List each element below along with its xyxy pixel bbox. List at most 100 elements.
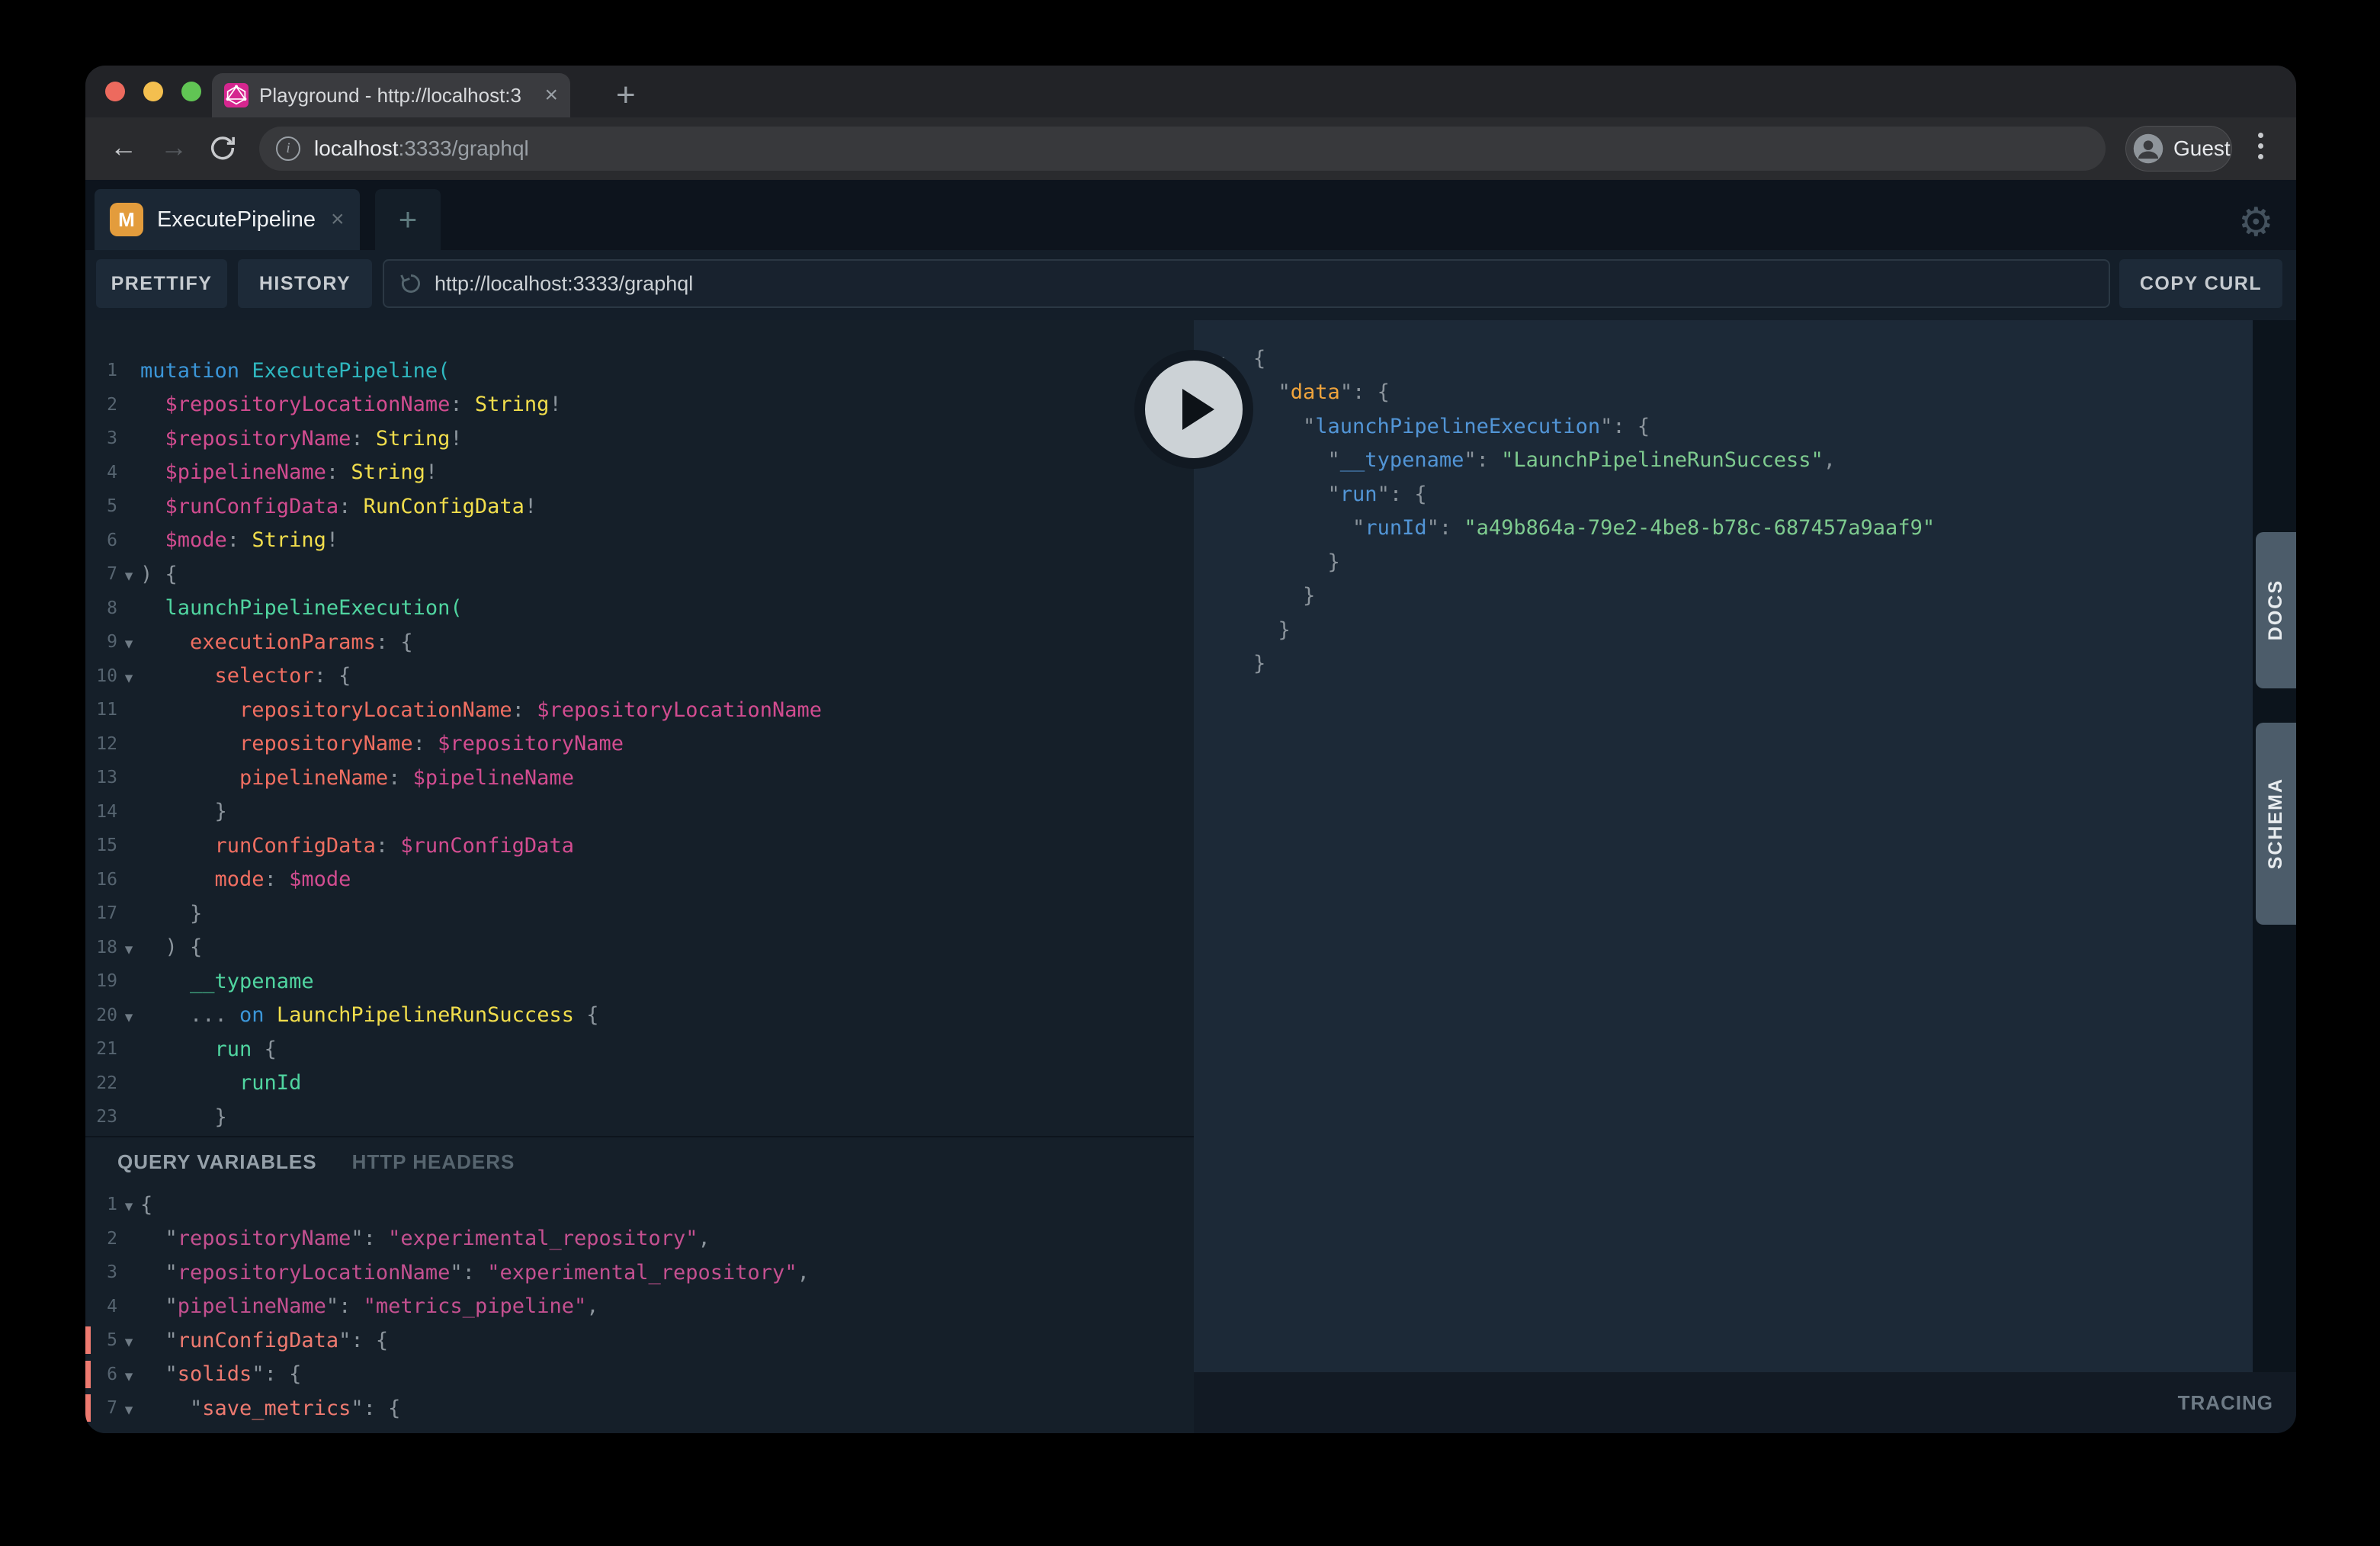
code-text: "save_metrics": { [140,1397,400,1420]
code-text: } [1253,584,1315,608]
fold-spacer [1209,662,1232,666]
copy-curl-button[interactable]: COPY CURL [2119,259,2282,308]
playground-tab-bar: M ExecutePipeline × + ⚙ [85,180,2296,250]
prettify-button[interactable]: PRETTIFY [96,259,227,308]
code-text: } [1253,652,1265,675]
fold-arrow-icon[interactable]: ▾ [117,1364,140,1385]
query-variables-editor[interactable]: 1▾{2 "repositoryName": "experimental_rep… [85,1186,1194,1433]
close-icon[interactable]: × [331,207,345,233]
side-tab-strip: DOCS SCHEMA [2253,320,2296,1372]
code-text: "data": { [1253,380,1390,404]
fold-arrow-icon[interactable]: ▾ [117,631,140,653]
code-text: pipelineName: $pipelineName [140,766,574,790]
code-text: $runConfigData: RunConfigData! [140,495,537,518]
line-number: 11 [85,700,117,720]
code-text: } [1253,618,1291,642]
code-text: $mode: String! [140,528,338,552]
line-number: 2 [85,1229,117,1249]
query-editor[interactable]: 1mutation ExecutePipeline(2 $repositoryL… [85,320,1194,1136]
browser-toolbar: ← → i localhost:3333/graphql Guest [85,117,2296,180]
code-line: 7▾ "save_metrics": { [85,1391,1194,1426]
url-bar[interactable]: i localhost:3333/graphql [259,127,2106,171]
fold-arrow-icon[interactable]: ▾ [117,1005,140,1026]
line-number: 17 [85,903,117,923]
code-text: mutation ExecutePipeline( [140,359,450,383]
fold-spacer [117,1237,140,1240]
endpoint-input[interactable]: http://localhost:3333/graphql [383,259,2110,308]
code-text: $repositoryName: String! [140,427,463,451]
tracing-toggle[interactable]: TRACING [2178,1391,2273,1415]
fold-spacer [117,1082,140,1085]
code-text: } [1253,550,1340,574]
code-line: ▾{ [1194,342,2253,376]
new-tab-icon[interactable]: + [616,76,636,114]
back-icon[interactable]: ← [110,131,137,163]
code-text: runConfigData: $runConfigData [140,834,574,858]
browser-menu-icon[interactable] [2258,133,2263,159]
zoom-window-button[interactable] [181,82,201,101]
response-viewer[interactable]: ▾{▾ "data": {▾ "launchPipelineExecution"… [1194,320,2253,1372]
code-text: mode: $mode [140,868,351,891]
playground-toolbar: PRETTIFY HISTORY http://localhost:3333/g… [85,250,2296,320]
line-number: 13 [85,768,117,787]
code-line: 10▾ selector: { [85,659,1194,694]
code-line: 22 runId [85,1066,1194,1101]
code-text: { [140,1193,152,1217]
browser-window: Playground - http://localhost:3 × + ← → … [85,66,2296,1433]
fold-spacer [117,743,140,746]
info-icon[interactable]: i [276,136,300,161]
code-text: run { [140,1038,277,1061]
close-window-button[interactable] [105,82,125,101]
code-line: 6 $mode: String! [85,524,1194,558]
profile-label: Guest [2173,136,2231,161]
code-line: 7▾) { [85,557,1194,592]
browser-tab[interactable]: Playground - http://localhost:3 × [212,73,570,117]
line-number: 3 [85,428,117,448]
code-text: "__typename": "LaunchPipelineRunSuccess"… [1253,448,1836,472]
fold-arrow-icon[interactable]: ▾ [117,937,140,958]
code-line: 5▾ "runConfigData": { [85,1323,1194,1358]
fold-spacer [117,844,140,847]
line-number: 4 [85,1297,117,1317]
avatar-icon [2132,133,2164,165]
fold-arrow-icon[interactable]: ▾ [117,563,140,585]
code-line: 2 "repositoryName": "experimental_reposi… [85,1222,1194,1256]
tab-docs[interactable]: DOCS [2256,532,2296,688]
fold-arrow-icon[interactable]: ▾ [117,666,140,687]
fold-spacer [117,369,140,372]
fold-arrow-icon[interactable]: ▾ [117,1397,140,1419]
code-line: 13 pipelineName: $pipelineName [85,761,1194,795]
forward-icon[interactable]: → [160,131,188,163]
reload-icon[interactable] [207,133,238,163]
fold-spacer [117,810,140,813]
execute-button[interactable] [1134,350,1253,469]
history-button[interactable]: HISTORY [238,259,372,308]
playground-tab-executepipeline[interactable]: M ExecutePipeline × [95,189,360,250]
code-text: "launchPipelineExecution": { [1253,415,1650,438]
fold-spacer [117,980,140,983]
code-line: 8 launchPipelineExecution( [85,592,1194,626]
fold-arrow-icon[interactable]: ▾ [117,1329,140,1351]
code-line: 1mutation ExecutePipeline( [85,354,1194,388]
settings-gear-icon[interactable]: ⚙ [2238,203,2274,242]
code-line: "runId": "a49b864a-79e2-4be8-b78c-687457… [1194,512,2253,546]
fold-arrow-icon[interactable]: ▾ [117,1194,140,1215]
fold-spacer [117,912,140,915]
tab-query-variables[interactable]: QUERY VARIABLES [117,1150,317,1174]
new-playground-tab-icon[interactable]: + [375,189,441,250]
profile-button[interactable]: Guest [2125,126,2232,172]
code-line: } [1194,545,2253,579]
variables-header: QUERY VARIABLES HTTP HEADERS [85,1136,1194,1186]
tab-schema[interactable]: SCHEMA [2256,723,2296,925]
code-line: 18▾ ) { [85,931,1194,965]
close-icon[interactable]: × [544,84,558,107]
browser-tab-strip: Playground - http://localhost:3 × + [85,66,2296,117]
code-text: "runConfigData": { [140,1329,388,1352]
line-number: 2 [85,395,117,415]
tab-http-headers[interactable]: HTTP HEADERS [352,1150,515,1174]
minimize-window-button[interactable] [143,82,163,101]
code-text: "repositoryName": "experimental_reposito… [140,1227,710,1250]
fold-spacer [1209,628,1232,631]
fold-spacer [117,1305,140,1308]
code-line: 20▾ ... on LaunchPipelineRunSuccess { [85,999,1194,1033]
